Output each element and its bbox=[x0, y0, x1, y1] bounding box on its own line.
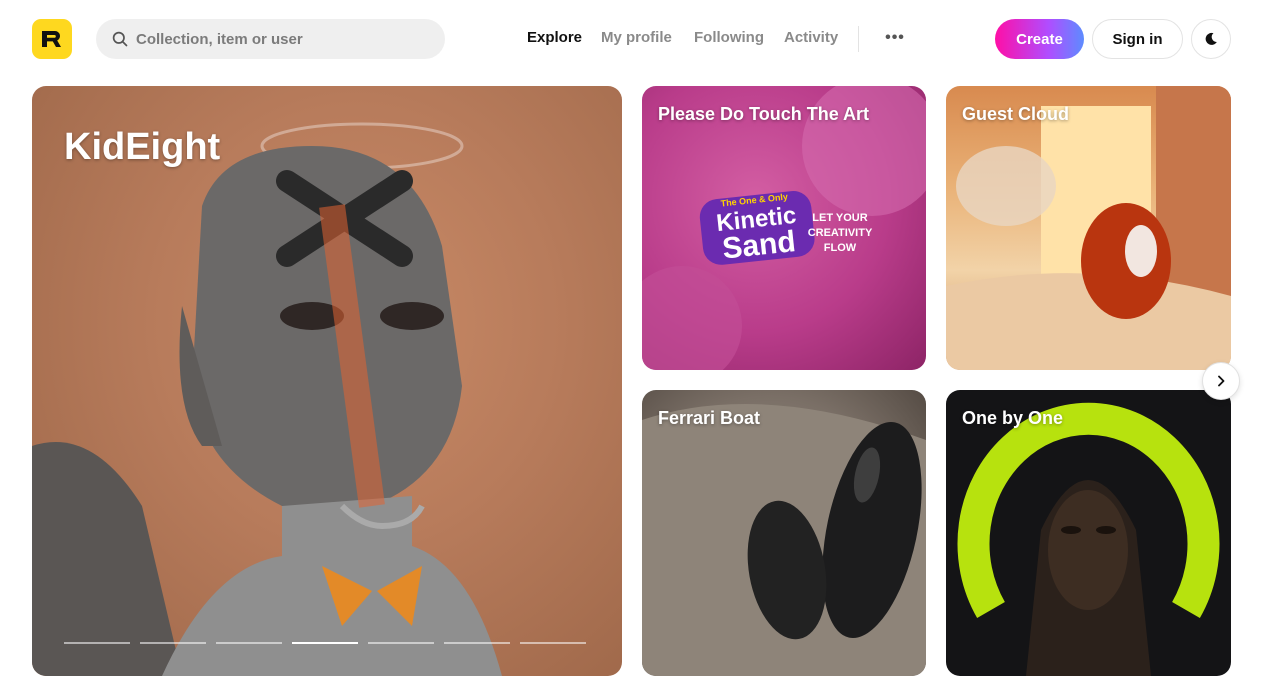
chevron-right-icon bbox=[1218, 375, 1225, 387]
more-dots-icon: ••• bbox=[885, 29, 905, 46]
card-title: Ferrari Boat bbox=[658, 408, 761, 428]
top-header: Explore My profile Following Activity ••… bbox=[0, 0, 1261, 78]
card-title: One by One bbox=[962, 408, 1064, 428]
collection-card-guest-cloud[interactable]: Guest Cloud bbox=[946, 86, 1231, 370]
brand-word-sand: Sand bbox=[721, 225, 797, 265]
progress-segment[interactable] bbox=[140, 642, 206, 644]
nav-explore[interactable]: Explore bbox=[527, 29, 582, 46]
progress-segment[interactable] bbox=[520, 642, 586, 644]
nav-activity[interactable]: Activity bbox=[784, 29, 838, 46]
progress-segment[interactable] bbox=[216, 642, 282, 644]
card-artwork bbox=[957, 402, 1220, 676]
create-button[interactable]: Create bbox=[995, 19, 1084, 59]
moon-icon bbox=[1205, 32, 1217, 45]
collection-card-please-do-touch-the-art[interactable]: The One & Only Kinetic Sand LET YOUR CRE… bbox=[642, 86, 926, 370]
rarible-logo[interactable] bbox=[32, 19, 72, 59]
progress-segment[interactable] bbox=[444, 642, 510, 644]
progress-segment[interactable] bbox=[64, 642, 130, 644]
card-artwork bbox=[642, 404, 926, 676]
progress-segment-active[interactable] bbox=[292, 642, 358, 644]
progress-segment[interactable] bbox=[368, 642, 434, 644]
carousel-next-button[interactable] bbox=[1202, 362, 1240, 400]
nav-following[interactable]: Following bbox=[694, 29, 764, 46]
card-title: Please Do Touch The Art bbox=[658, 104, 870, 124]
nav-divider bbox=[858, 26, 859, 52]
card-title: Guest Cloud bbox=[962, 104, 1069, 124]
nav-my-profile[interactable]: My profile bbox=[601, 29, 672, 46]
hero-title: KidEight bbox=[64, 126, 221, 168]
slogan-line-2: CREATIVITY bbox=[808, 227, 873, 239]
more-menu-button[interactable]: ••• bbox=[880, 24, 910, 52]
search-icon bbox=[112, 31, 128, 47]
search-bar[interactable] bbox=[96, 19, 445, 59]
logo-mark-icon bbox=[42, 30, 61, 47]
theme-toggle-button[interactable] bbox=[1191, 19, 1231, 59]
hero-artwork bbox=[32, 122, 502, 676]
slide-progress bbox=[64, 642, 586, 644]
hero-card[interactable]: KidEight bbox=[32, 86, 622, 676]
card-artwork bbox=[946, 86, 1231, 370]
slogan-line-1: LET YOUR bbox=[812, 212, 867, 224]
collection-card-one-by-one[interactable]: One by One bbox=[946, 390, 1231, 676]
slogan-line-3: FLOW bbox=[824, 242, 857, 254]
search-input[interactable] bbox=[136, 30, 426, 48]
card-artwork: The One & Only Kinetic Sand LET YOUR CRE… bbox=[642, 86, 926, 370]
collection-card-ferrari-boat[interactable]: Ferrari Boat bbox=[642, 390, 926, 676]
sign-in-button[interactable]: Sign in bbox=[1092, 19, 1183, 59]
